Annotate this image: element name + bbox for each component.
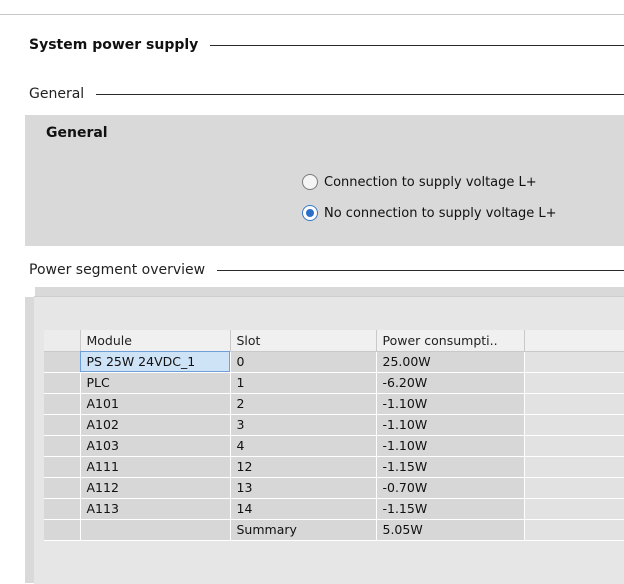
section-title-system-power-supply: System power supply — [29, 37, 624, 53]
cell-power[interactable]: -1.10W — [376, 393, 525, 415]
cell-filler — [524, 456, 624, 478]
radio-unchecked-icon[interactable] — [302, 174, 318, 190]
row-header — [44, 498, 81, 520]
cell-power[interactable]: -1.10W — [376, 414, 525, 436]
column-header-filler — [524, 330, 624, 352]
cell-power[interactable]: -1.15W — [376, 498, 525, 520]
radio-label: Connection to supply voltage L+ — [324, 174, 537, 190]
cell-filler — [524, 414, 624, 436]
cell-power[interactable]: -6.20W — [376, 372, 525, 394]
section-title-text: General — [29, 86, 85, 102]
cell-slot[interactable]: 3 — [230, 414, 377, 436]
cell-module[interactable] — [80, 519, 231, 541]
row-header — [44, 477, 81, 499]
row-header — [44, 414, 81, 436]
section-title-power-segment-overview: Power segment overview — [29, 262, 624, 278]
row-header — [44, 351, 81, 373]
top-divider — [0, 14, 624, 15]
cell-module[interactable]: A112 — [80, 477, 231, 499]
radio-checked-icon[interactable] — [302, 205, 318, 221]
cell-module[interactable]: A102 — [80, 414, 231, 436]
table-row[interactable]: A103 4 -1.10W — [44, 435, 624, 457]
table-row[interactable]: A102 3 -1.10W — [44, 414, 624, 436]
radio-label: No connection to supply voltage L+ — [324, 205, 557, 221]
cell-power[interactable]: -1.10W — [376, 435, 525, 457]
table-header-row: Module Slot Power consumpti.. — [44, 330, 624, 352]
section-rule — [96, 93, 624, 95]
cell-filler — [524, 519, 624, 541]
row-header — [44, 519, 81, 541]
cell-module[interactable]: A113 — [80, 498, 231, 520]
section-rule — [210, 44, 624, 46]
row-header — [44, 456, 81, 478]
cell-power[interactable]: -0.70W — [376, 477, 525, 499]
cell-filler — [524, 393, 624, 415]
cell-module[interactable]: PS 25W 24VDC_1 — [80, 351, 231, 373]
table-row[interactable]: A112 13 -0.70W — [44, 477, 624, 499]
cell-power[interactable]: 5.05W — [376, 519, 525, 541]
cell-slot[interactable]: 4 — [230, 435, 377, 457]
cell-power[interactable]: -1.15W — [376, 456, 525, 478]
section-title-text: Power segment overview — [29, 262, 206, 278]
cell-module[interactable]: A111 — [80, 456, 231, 478]
cell-slot[interactable]: Summary — [230, 519, 377, 541]
cell-filler — [524, 372, 624, 394]
row-header — [44, 435, 81, 457]
table-row[interactable]: PS 25W 24VDC_1 0 25.00W — [44, 351, 624, 373]
panel-heading: General — [46, 125, 108, 141]
column-header-power[interactable]: Power consumpti.. — [376, 330, 525, 352]
column-header-module[interactable]: Module — [80, 330, 231, 352]
cell-module[interactable]: PLC — [80, 372, 231, 394]
table-row[interactable]: A113 14 -1.15W — [44, 498, 624, 520]
cell-module[interactable]: A103 — [80, 435, 231, 457]
cell-filler — [524, 351, 624, 373]
cell-power[interactable]: 25.00W — [376, 351, 525, 373]
cell-slot[interactable]: 12 — [230, 456, 377, 478]
radio-no-connection-supply[interactable]: No connection to supply voltage L+ — [302, 205, 557, 221]
section-rule — [217, 269, 624, 271]
section-title-text: System power supply — [29, 37, 199, 53]
table-row[interactable]: PLC 1 -6.20W — [44, 372, 624, 394]
row-header-corner — [44, 330, 81, 352]
cell-filler — [524, 435, 624, 457]
table-row[interactable]: Summary 5.05W — [44, 519, 624, 541]
column-header-slot[interactable]: Slot — [230, 330, 377, 352]
cell-filler — [524, 498, 624, 520]
cell-slot[interactable]: 0 — [230, 351, 377, 373]
table-row[interactable]: A101 2 -1.10W — [44, 393, 624, 415]
table-row[interactable]: A111 12 -1.15W — [44, 456, 624, 478]
power-segment-table: Module Slot Power consumpti.. PS 25W 24V… — [44, 330, 624, 541]
cell-slot[interactable]: 13 — [230, 477, 377, 499]
cell-module[interactable]: A101 — [80, 393, 231, 415]
row-header — [44, 393, 81, 415]
cell-slot[interactable]: 1 — [230, 372, 377, 394]
section-title-general: General — [29, 86, 624, 102]
radio-connection-supply[interactable]: Connection to supply voltage L+ — [302, 174, 537, 190]
cell-filler — [524, 477, 624, 499]
row-header — [44, 372, 81, 394]
cell-slot[interactable]: 14 — [230, 498, 377, 520]
cell-slot[interactable]: 2 — [230, 393, 377, 415]
